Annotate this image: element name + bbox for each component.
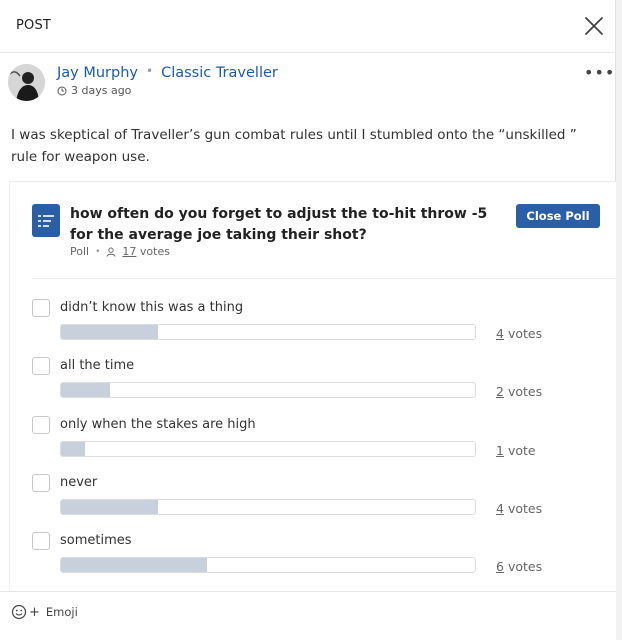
poll-option-bar-fill [61, 441, 86, 456]
author-line: Jay Murphy • Classic Traveller [57, 64, 278, 81]
poll-option-bar [60, 382, 476, 399]
poll-icon [32, 204, 60, 237]
poll-option[interactable]: all the time 2 votes [32, 357, 617, 407]
poll-option-votes[interactable]: 4 votes [496, 326, 542, 341]
poll-option-bar-fill [61, 325, 159, 339]
poll-votes-word: votes [139, 245, 170, 258]
author-avatar[interactable] [8, 64, 45, 101]
more-options-icon[interactable]: ••• [584, 63, 615, 82]
poll-option-votes[interactable]: 6 votes [496, 559, 542, 574]
comment-footer: + Emoji [0, 591, 616, 640]
poll-option-checkbox[interactable] [32, 415, 50, 434]
poll-option-bar [60, 324, 476, 340]
poll-option-label: only when the stakes are high [60, 416, 256, 432]
author-name-link[interactable]: Jay Murphy [57, 65, 138, 81]
close-icon [585, 17, 603, 35]
poll-option-votes[interactable]: 1 vote [496, 443, 536, 458]
timestamp-text: 3 days ago [71, 84, 132, 97]
emoji-button[interactable]: + Emoji [11, 604, 78, 620]
poll-option[interactable]: only when the stakes are high 1 vote [32, 415, 617, 466]
poll-question: how often do you forget to adjust the to… [70, 206, 488, 243]
poll-divider [32, 278, 617, 279]
clock-icon [57, 86, 67, 95]
poll-option[interactable]: never 4 votes [32, 473, 617, 524]
poll-option-checkbox[interactable] [32, 357, 50, 376]
modal-title: POST [16, 18, 52, 33]
close-poll-button[interactable]: Close Poll [516, 204, 600, 228]
post-body: I was skeptical of Traveller’s gun comba… [11, 127, 577, 165]
avatar-image [8, 64, 45, 101]
poll-option-votes[interactable]: 2 votes [496, 384, 542, 399]
poll-option-label: never [60, 474, 98, 490]
poll-option-votes[interactable]: 4 votes [496, 501, 542, 516]
poll-option-label: sometimes [60, 533, 132, 549]
post-timestamp: 3 days ago [57, 84, 131, 97]
poll-card: how often do you forget to adjust the to… [9, 181, 617, 593]
smiley-icon [11, 604, 27, 620]
poll-option-checkbox[interactable] [32, 299, 50, 317]
community-link[interactable]: Classic Traveller [161, 65, 278, 81]
poll-option-checkbox[interactable] [32, 473, 50, 492]
poll-option-bar-fill [61, 499, 159, 514]
modal-header: POST [0, 0, 616, 53]
poll-option-bar [60, 498, 476, 515]
poll-option-checkbox[interactable] [32, 532, 50, 551]
poll-option-bar [60, 557, 476, 574]
poll-option[interactable]: didn’t know this was a thing 4 votes [32, 299, 617, 349]
poll-option-bar-fill [61, 383, 110, 398]
poll-meta-separator: • [95, 246, 101, 257]
poll-option-label: all the time [60, 358, 135, 374]
emoji-label: Emoji [45, 605, 78, 619]
author-separator: • [146, 64, 154, 78]
user-icon [106, 247, 116, 257]
poll-option-bar [60, 440, 476, 457]
post-modal: POST Jay Murphy • Classic Traveller 3 days… [0, 0, 617, 640]
poll-option-bar-fill [61, 558, 208, 573]
close-button[interactable] [583, 15, 605, 37]
poll-meta: Poll • 17 votes [70, 245, 170, 258]
poll-vote-count[interactable]: 17 [122, 245, 136, 258]
plus-icon: + [29, 604, 40, 620]
poll-type-label: Poll [70, 245, 90, 258]
poll-option[interactable]: sometimes 6 votes [32, 532, 617, 582]
poll-option-label: didn’t know this was a thing [60, 300, 244, 315]
